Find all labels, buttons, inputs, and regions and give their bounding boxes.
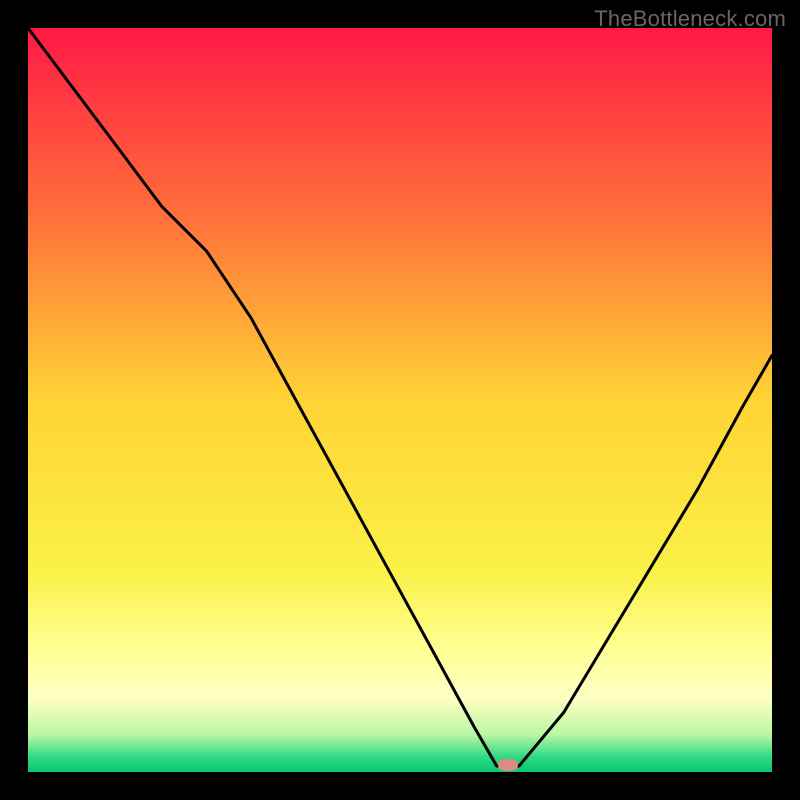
optimum-marker [498,759,518,771]
plot-area [28,28,772,772]
chart-frame: TheBottleneck.com [0,0,800,800]
watermark-text: TheBottleneck.com [594,6,786,32]
chart-svg [28,28,772,772]
gradient-background [28,28,772,772]
